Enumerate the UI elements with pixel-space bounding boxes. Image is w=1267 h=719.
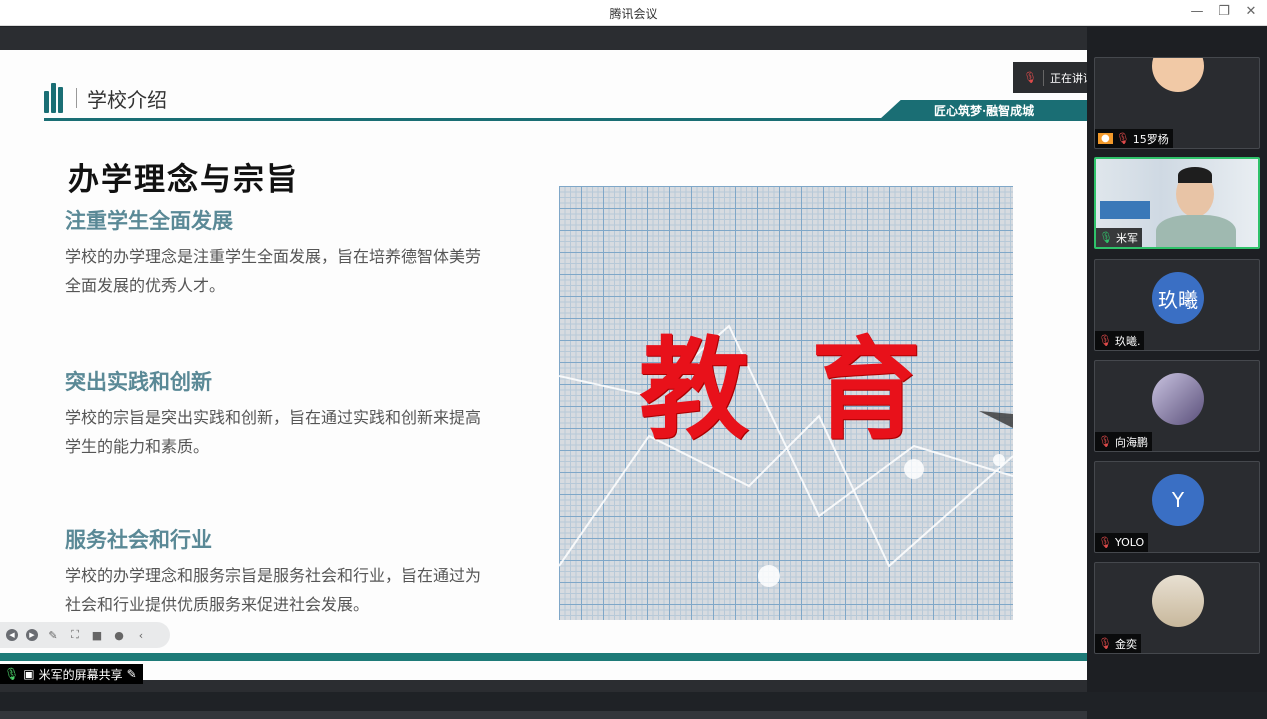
avatar: 玖曦 bbox=[1152, 272, 1204, 324]
participant-name: 15罗杨 bbox=[1132, 132, 1169, 146]
restore-button[interactable]: ❐ bbox=[1214, 3, 1234, 21]
avatar bbox=[1152, 373, 1204, 425]
close-button[interactable]: ✕ bbox=[1241, 3, 1261, 21]
point-title-3: 服务社会和行业 bbox=[65, 528, 212, 552]
minimize-button[interactable]: — bbox=[1187, 3, 1207, 21]
slide-heading: 办学理念与宗旨 bbox=[68, 162, 299, 198]
window-title: 腾讯会议 bbox=[609, 7, 658, 21]
mic-muted-icon: 🎙 bbox=[1098, 334, 1112, 347]
presentation-slide: 学校介绍 匠心筑梦·融智成城 办学理念与宗旨 注重学生全面发展 学校的办学理念是… bbox=[0, 50, 1087, 680]
participant-tile[interactable]: Y 🎙 YOLO bbox=[1094, 461, 1260, 553]
participant-tile[interactable]: 🎙 金奕 bbox=[1094, 562, 1260, 654]
avatar: Y bbox=[1152, 474, 1204, 526]
taskbar-strip bbox=[0, 711, 1087, 719]
slide-header: 学校介绍 bbox=[44, 80, 167, 116]
participant-tile[interactable]: 玖曦 🎙 玖曦. bbox=[1094, 259, 1260, 351]
header-rule bbox=[44, 118, 1087, 121]
avatar bbox=[1152, 575, 1204, 627]
screen-share-label: 🎙 ▣ 米军的屏幕共享 ✎ bbox=[0, 664, 143, 684]
participant-name-tag: ● 🎙 15罗杨 bbox=[1095, 129, 1173, 148]
mic-on-icon: 🎙 bbox=[1099, 231, 1113, 244]
point-body-1: 学校的办学理念是注重学生全面发展，旨在培养德智体美劳全面发展的优秀人才。 bbox=[65, 247, 482, 295]
camera-icon[interactable]: ■ bbox=[90, 628, 104, 642]
point-body-2: 学校的宗旨是突出实践和创新，旨在通过实践和创新来提高学生的能力和素质。 bbox=[65, 408, 482, 456]
participant-tile[interactable]: ● 🎙 15罗杨 bbox=[1094, 57, 1260, 149]
participant-tile-active[interactable]: 🎙 米军 bbox=[1094, 157, 1260, 249]
annotate-icon[interactable]: ✎ bbox=[127, 667, 137, 681]
participant-name-tag: 🎙 金奕 bbox=[1095, 634, 1141, 653]
shared-screen-area: 学校介绍 匠心筑梦·融智成城 办学理念与宗旨 注重学生全面发展 学校的办学理念是… bbox=[0, 27, 1087, 719]
mic-on-icon: 🎙 bbox=[4, 667, 20, 681]
mic-muted-icon: 🎙 bbox=[1115, 132, 1130, 145]
school-logo-icon bbox=[44, 83, 68, 113]
video-hair bbox=[1178, 167, 1212, 183]
point-title-2: 突出实践和创新 bbox=[65, 370, 212, 394]
screenshot-icon[interactable]: ⛶ bbox=[68, 628, 82, 642]
participant-name: YOLO bbox=[1114, 536, 1145, 549]
mic-muted-icon: 🎙 bbox=[1098, 536, 1112, 549]
mic-muted-icon: 🎙 bbox=[1098, 435, 1112, 448]
participant-name-tag: 🎙 玖曦. bbox=[1095, 331, 1145, 350]
pen-icon[interactable]: ✎ bbox=[46, 628, 60, 642]
slogan-text: 匠心筑梦·融智成城 bbox=[934, 104, 1035, 118]
participant-name: 米军 bbox=[1115, 231, 1138, 245]
more-icon[interactable]: ● bbox=[112, 628, 126, 642]
host-icon: ● bbox=[1098, 133, 1113, 144]
participant-name-tag: 🎙 YOLO bbox=[1095, 533, 1149, 552]
video-shirt bbox=[1156, 215, 1236, 247]
slide-section-title: 学校介绍 bbox=[87, 87, 167, 112]
prev-page-icon[interactable]: ◀ bbox=[6, 629, 18, 641]
participant-panel: ● 🎙 15罗杨 🎙 米军 玖曦 🎙 玖曦. 🎙 向海鹏 Y 🎙 YOLO 🎙 … bbox=[1087, 27, 1267, 692]
participant-name-tag: 🎙 米军 bbox=[1096, 228, 1142, 247]
shared-screen-top-strip bbox=[0, 27, 1087, 50]
collapse-icon[interactable]: ‹ bbox=[134, 628, 148, 642]
share-icon: ▣ bbox=[23, 667, 35, 681]
point-title-1: 注重学生全面发展 bbox=[65, 209, 233, 233]
slide-footer-bar bbox=[0, 653, 1087, 661]
mic-muted-icon: 🎙 bbox=[1098, 637, 1112, 650]
participant-name-tag: 🎙 向海鹏 bbox=[1095, 432, 1152, 451]
education-image: 教育 bbox=[559, 186, 1013, 620]
participant-tile[interactable]: 🎙 向海鹏 bbox=[1094, 360, 1260, 452]
annotation-toolbar: ◀ ▶ ✎ ⛶ ■ ● ‹ bbox=[0, 622, 170, 648]
header-divider bbox=[76, 88, 77, 108]
participant-name: 金奕 bbox=[1114, 637, 1137, 651]
participant-name: 向海鹏 bbox=[1114, 435, 1148, 449]
education-image-text: 教育 bbox=[639, 326, 983, 454]
screen-share-text: 米军的屏幕共享 bbox=[38, 667, 123, 682]
point-body-3: 学校的办学理念和服务宗旨是服务社会和行业，旨在通过为社会和行业提供优质服务来促进… bbox=[65, 566, 482, 614]
speaking-divider bbox=[1042, 69, 1044, 86]
video-background-sofa bbox=[1100, 201, 1150, 219]
participant-name: 玖曦. bbox=[1114, 334, 1141, 348]
speaking-mic-icon: 🎙 bbox=[1023, 71, 1037, 84]
next-page-icon[interactable]: ▶ bbox=[26, 629, 38, 641]
title-bar: 腾讯会议 — ❐ ✕ bbox=[0, 0, 1267, 26]
avatar bbox=[1152, 58, 1204, 92]
